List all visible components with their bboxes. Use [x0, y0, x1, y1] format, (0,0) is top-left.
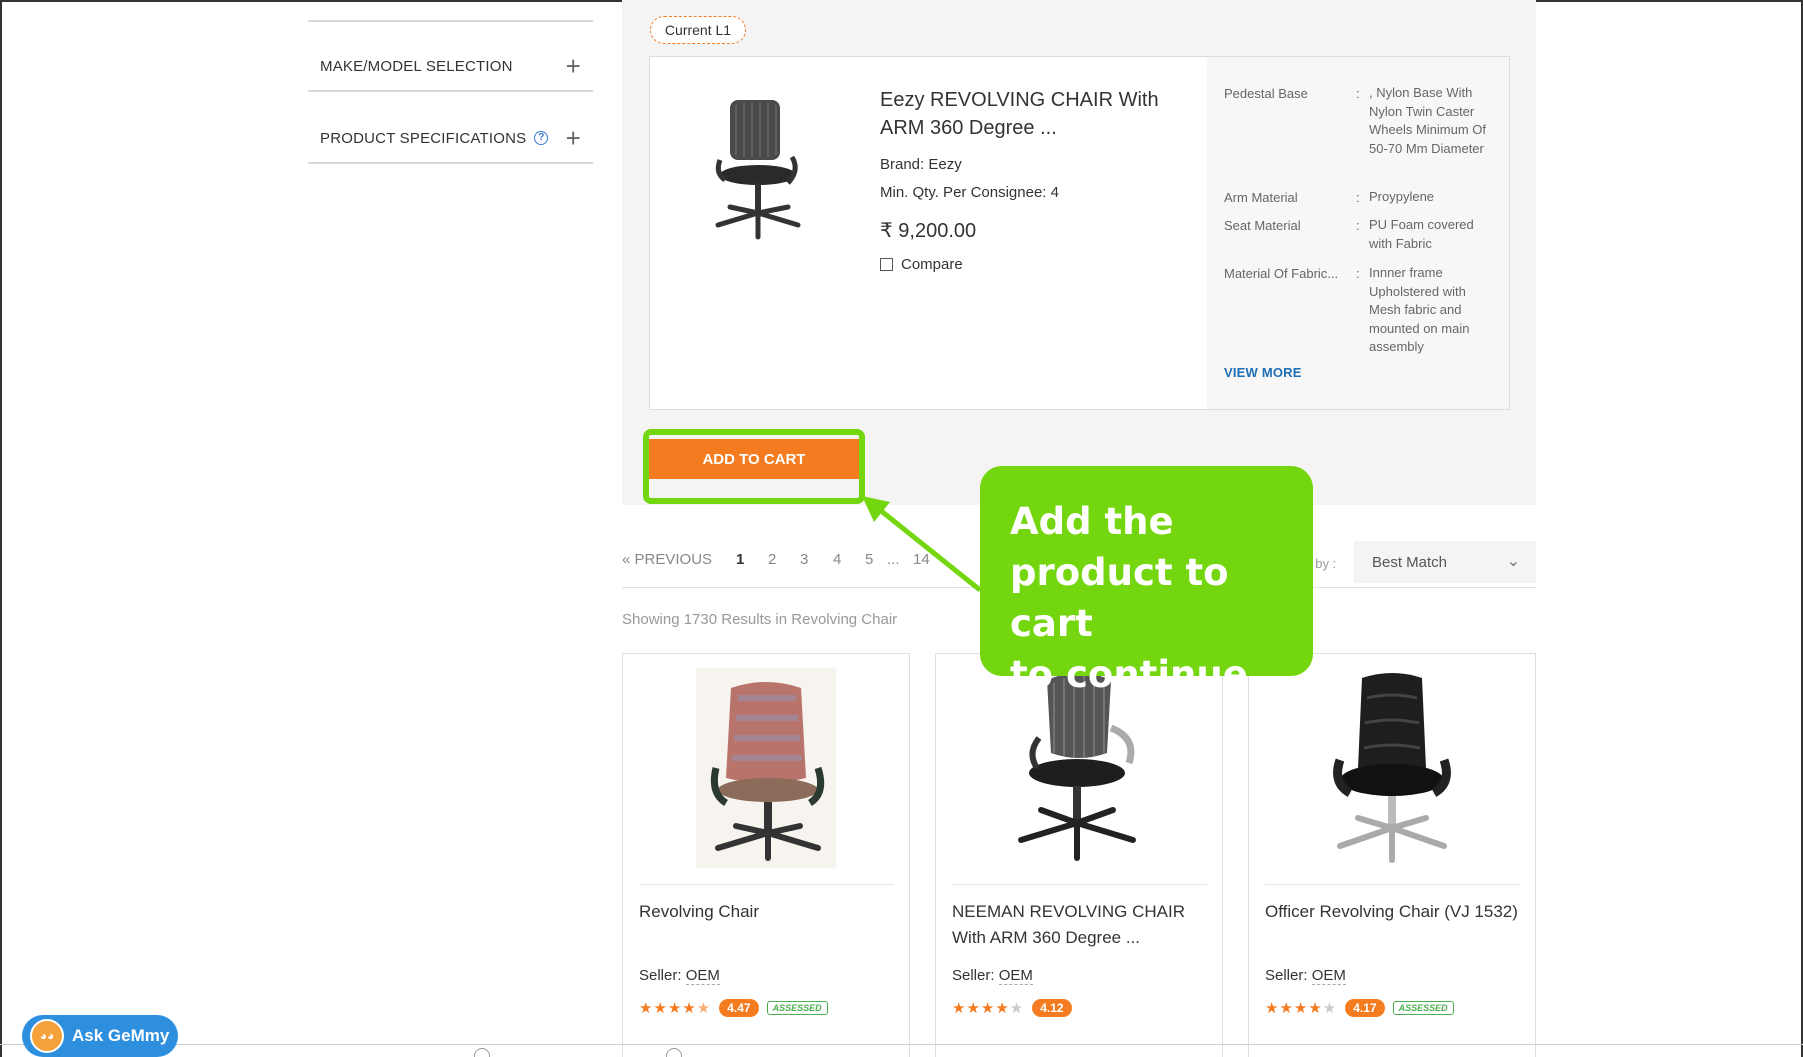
- circle-icon: [666, 1048, 682, 1057]
- spec-value: Innner frame Upholstered with Mesh fabri…: [1369, 265, 1470, 354]
- pagination-page[interactable]: 2: [768, 551, 776, 568]
- seller-name[interactable]: OEM: [1311, 967, 1346, 985]
- footer-divider: [0, 1044, 1803, 1045]
- sidebar-divider: [308, 20, 593, 22]
- spec-key: Material Of Fabric...: [1224, 266, 1339, 281]
- rating-badge: 4.12: [1032, 999, 1072, 1017]
- add-to-cart-highlight: [643, 429, 865, 504]
- spec-colon: :: [1356, 218, 1360, 233]
- product-seller: Seller: OEM: [639, 967, 720, 985]
- spec-value: PU Foam covered with Fabric: [1369, 217, 1474, 251]
- seller-name[interactable]: OEM: [685, 967, 720, 985]
- product-seller: Seller: OEM: [952, 967, 1033, 985]
- product-image[interactable]: [696, 668, 836, 868]
- product-image[interactable]: [1322, 668, 1462, 868]
- featured-product-image[interactable]: [700, 95, 810, 245]
- spec-value: Proypylene: [1369, 189, 1435, 204]
- seller-name[interactable]: OEM: [998, 967, 1033, 985]
- sidebar-item-product-specifications[interactable]: PRODUCT SPECIFICATIONS ? +: [308, 114, 593, 164]
- sidebar-item-label: MAKE/MODEL SELECTION: [320, 57, 513, 75]
- instruction-callout: Add the product to cart to continue.: [980, 466, 1313, 696]
- product-card[interactable]: Officer Revolving Chair (VJ 1532) Seller…: [1248, 653, 1536, 1057]
- star-icon: ★★★★★: [639, 1000, 712, 1017]
- callout-line: Add the: [1010, 500, 1174, 543]
- assessed-badge-icon: ASSESSED: [766, 1001, 828, 1015]
- sidebar-item-label: PRODUCT SPECIFICATIONS: [320, 129, 527, 147]
- seller-label: Seller:: [1265, 967, 1308, 984]
- pagination-page[interactable]: 14: [913, 551, 930, 568]
- featured-product-title[interactable]: Eezy REVOLVING CHAIR With ARM 360 Degree…: [880, 86, 1200, 142]
- compare-checkbox[interactable]: Compare: [880, 256, 963, 273]
- circle-icon: [474, 1048, 490, 1057]
- featured-product-price: ₹ 9,200.00: [880, 220, 977, 242]
- card-divider: [952, 884, 1207, 885]
- rating-badge: 4.17: [1345, 999, 1385, 1017]
- results-count: Showing 1730 Results in Revolving Chair: [622, 611, 898, 628]
- help-icon[interactable]: ?: [534, 131, 549, 145]
- sidebar-item-make-model[interactable]: MAKE/MODEL SELECTION +: [308, 42, 593, 92]
- product-card[interactable]: Revolving Chair Seller: OEM ★★★★★ 4.47 A…: [622, 653, 910, 1057]
- sort-value: Best Match: [1372, 553, 1448, 571]
- product-rating: ★★★★★ 4.47 ASSESSED: [639, 999, 828, 1017]
- product-card[interactable]: NEEMAN REVOLVING CHAIR With ARM 360 Degr…: [935, 653, 1223, 1057]
- spec-key: Seat Material: [1224, 218, 1301, 233]
- pagination-ellipsis: ...: [887, 551, 900, 568]
- product-rating: ★★★★★ 4.12: [952, 999, 1072, 1017]
- pagination-previous[interactable]: « PREVIOUS: [622, 551, 712, 568]
- assessed-badge-icon: ASSESSED: [1392, 1001, 1454, 1015]
- spec-colon: :: [1356, 86, 1360, 101]
- chevron-down-icon: ⌄: [1506, 553, 1520, 570]
- product-title[interactable]: Officer Revolving Chair (VJ 1532): [1265, 899, 1520, 925]
- featured-product-brand: Brand: Eezy: [880, 156, 962, 173]
- spec-colon: :: [1356, 190, 1360, 205]
- star-icon: ★★★★★: [1265, 1000, 1338, 1017]
- ask-gemmy-button[interactable]: ◕◕ Ask GeMmy: [22, 1015, 178, 1057]
- callout-line: product to cart: [1010, 551, 1229, 645]
- product-rating: ★★★★★ 4.17 ASSESSED: [1265, 999, 1454, 1017]
- seller-label: Seller:: [952, 967, 995, 984]
- product-title[interactable]: Revolving Chair: [639, 899, 894, 925]
- callout-line: to continue.: [1010, 653, 1262, 696]
- plus-icon[interactable]: +: [566, 52, 581, 80]
- sort-dropdown[interactable]: Best Match ⌄: [1354, 541, 1536, 583]
- view-more-link[interactable]: VIEW MORE: [1224, 365, 1302, 380]
- current-l1-tag: Current L1: [650, 16, 746, 44]
- ask-gemmy-label: Ask GeMmy: [72, 1026, 170, 1045]
- spec-colon: :: [1356, 266, 1360, 281]
- compare-label: Compare: [901, 256, 963, 273]
- seller-label: Seller:: [639, 967, 682, 984]
- pagination-page[interactable]: 1: [736, 551, 744, 568]
- pagination-page[interactable]: 5: [865, 551, 873, 568]
- star-icon: ★★★★★: [952, 1000, 1025, 1017]
- spec-value: , Nylon Base With Nylon Twin Caster Whee…: [1369, 85, 1487, 156]
- spec-key: Pedestal Base: [1224, 86, 1308, 101]
- pagination-page[interactable]: 3: [800, 551, 808, 568]
- checkbox-icon[interactable]: [880, 258, 893, 271]
- rating-badge: 4.47: [719, 999, 759, 1017]
- spec-key: Arm Material: [1224, 190, 1298, 205]
- product-title[interactable]: NEEMAN REVOLVING CHAIR With ARM 360 Degr…: [952, 899, 1207, 951]
- gemmy-avatar-icon: ◕◕: [30, 1019, 64, 1053]
- featured-product-min-qty: Min. Qty. Per Consignee: 4: [880, 184, 1059, 201]
- plus-icon[interactable]: +: [566, 124, 581, 152]
- card-divider: [1265, 884, 1520, 885]
- card-divider: [639, 884, 894, 885]
- product-seller: Seller: OEM: [1265, 967, 1346, 985]
- pagination-page[interactable]: 4: [833, 551, 841, 568]
